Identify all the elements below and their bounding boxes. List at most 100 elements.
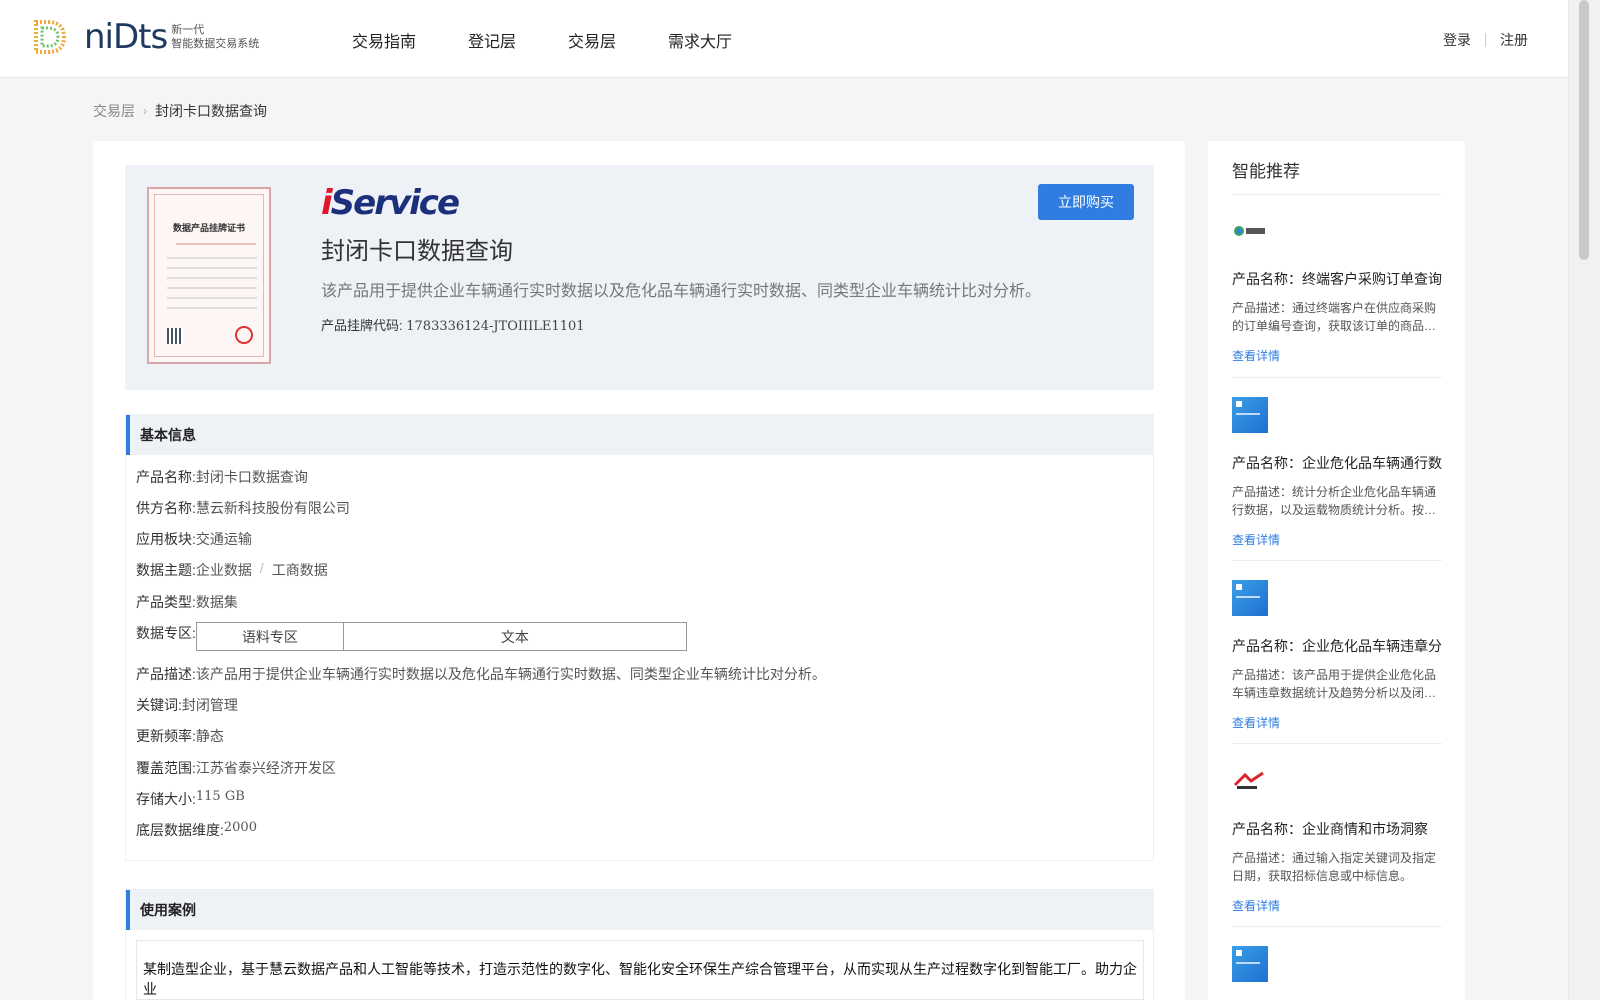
auth-divider	[1485, 33, 1486, 47]
table-cell: 语料专区	[195, 622, 344, 651]
view-details-link[interactable]: 查看详情	[1232, 531, 1442, 548]
info-row-description: 产品描述: 该产品用于提供企业车辆通行实时数据以及危化品车辆通行实时数据、同类型…	[136, 664, 826, 684]
info-value: 静态	[195, 728, 224, 744]
section-heading: 基本信息	[126, 415, 1153, 455]
chevron-right-icon: ›	[143, 104, 147, 118]
info-label: 数据主题:	[136, 562, 196, 578]
logo-subtitle-line-1: 新一代	[171, 24, 205, 36]
recommendation-name: 产品名称：企业危化品车辆通行数据统计	[1232, 455, 1442, 471]
section-heading: 使用案例	[126, 890, 1153, 930]
certificate-line	[167, 267, 257, 269]
use-case-text: 某制造型企业，基于慧云数据产品和人工智能等技术，打造示范性的数字化、智能化安全环…	[136, 940, 1144, 1000]
logo-subtitle-line-2: 智能数据交易系统	[171, 38, 260, 50]
info-row-storage: 存储大小: 115 GB	[136, 789, 245, 809]
recommendation-item[interactable]: 产品名称：终端客户采购订单查询服务 产品描述：通过终端客户在供应商采购的订单编号…	[1232, 213, 1442, 364]
auth-links: 登录 注册	[1443, 30, 1528, 50]
info-value: 交通运输	[195, 531, 252, 547]
recommendation-item[interactable]: 产品名称：企业危化品车辆违章分析 产品描述：该产品用于提供企业危化品车辆违章数据…	[1232, 580, 1442, 731]
info-row-frequency: 更新频率: 静态	[136, 726, 224, 746]
logo-wordmark: niDts	[84, 17, 168, 57]
info-label: 底层数据维度:	[136, 822, 224, 838]
info-value: 工商数据	[271, 562, 328, 578]
product-header: 数据产品挂牌证书 iService 封闭卡口数据查询 该产品用于提供企业车辆通行…	[125, 165, 1154, 390]
product-code-label: 产品挂牌代码:	[321, 318, 403, 333]
certificate-line	[167, 297, 257, 299]
certificate-frame: 数据产品挂牌证书	[154, 194, 264, 357]
info-label: 存储大小:	[136, 791, 196, 807]
use-case-section: 使用案例 某制造型企业，基于慧云数据产品和人工智能等技术，打造示范性的数字化、智…	[125, 889, 1154, 1000]
recommendation-description: 产品描述：通过终端客户在供应商采购的订单编号查询，获取该订单的商品信息。	[1232, 301, 1437, 333]
scrollbar-thumb[interactable]	[1579, 0, 1589, 260]
info-row-coverage: 覆盖范围: 江苏省泰兴经济开发区	[136, 758, 336, 778]
divider	[1232, 194, 1442, 195]
info-value: 慧云新科技股份有限公司	[195, 500, 350, 516]
brand-logo-icon	[1232, 213, 1268, 249]
divider	[1232, 560, 1442, 561]
product-code-value: 1783336124-JTOIIILE1101	[406, 319, 585, 334]
brand-logo-icon	[1232, 763, 1268, 799]
info-value: 该产品用于提供企业车辆通行实时数据以及危化品车辆通行实时数据、同类型企业车辆统计…	[195, 666, 826, 682]
nav-trading[interactable]: 交易层	[568, 28, 616, 52]
divider	[1232, 926, 1442, 927]
basic-info-section: 基本信息 产品名称: 封闭卡口数据查询 供方名称: 慧云新科技股份有限公司 应用…	[125, 414, 1154, 861]
info-row-sector: 应用板块: 交通运输	[136, 529, 252, 549]
page-scrollbar[interactable]	[1568, 0, 1600, 1000]
blue-tile-icon	[1232, 580, 1268, 616]
certificate-image[interactable]: 数据产品挂牌证书	[147, 187, 271, 364]
breadcrumb: 交易层 › 封闭卡口数据查询	[93, 101, 267, 121]
certificate-line	[167, 257, 257, 259]
info-label: 产品描述:	[136, 666, 196, 682]
view-details-link[interactable]: 查看详情	[1232, 897, 1442, 914]
top-header: niDts 新一代 智能数据交易系统 交易指南 登记层 交易层 需求大厅 登录 …	[0, 0, 1568, 78]
nav-registry[interactable]: 登记层	[468, 28, 516, 52]
login-link[interactable]: 登录	[1443, 30, 1471, 50]
logo-subtitle: 新一代 智能数据交易系统	[171, 23, 259, 51]
product-code: 产品挂牌代码: 1783336124-JTOIIILE1101	[321, 315, 585, 334]
info-label: 产品名称:	[136, 469, 196, 485]
recommendation-item[interactable]	[1232, 946, 1442, 982]
nav-trade-guide[interactable]: 交易指南	[352, 28, 416, 52]
table-cell: 文本	[342, 622, 687, 651]
certificate-title: 数据产品挂牌证书	[172, 223, 245, 233]
info-value: 封闭卡口数据查询	[195, 469, 308, 485]
breadcrumb-current: 封闭卡口数据查询	[155, 103, 267, 119]
info-value: 江苏省泰兴经济开发区	[195, 760, 336, 776]
certificate-line	[167, 277, 257, 279]
recommendation-description: 产品描述：统计分析企业危化品车辆通行数据，以及运载物质统计分析。按月统计。	[1232, 485, 1437, 517]
recommendation-name: 产品名称：企业商情和市场洞察	[1232, 821, 1428, 837]
recommendation-item[interactable]: 产品名称：企业危化品车辆通行数据统计 产品描述：统计分析企业危化品车辆通行数据，…	[1232, 397, 1442, 548]
nav-demand-hall[interactable]: 需求大厅	[668, 28, 732, 52]
recommendation-description: 产品描述：通过输入指定关键词及指定日期，获取招标信息或中标信息。	[1232, 851, 1437, 883]
recommendation-item[interactable]: 产品名称：企业商情和市场洞察 产品描述：通过输入指定关键词及指定日期，获取招标信…	[1232, 763, 1442, 914]
info-row-name: 产品名称: 封闭卡口数据查询	[136, 467, 308, 487]
zone-table: 语料专区 文本	[195, 622, 687, 651]
site-logo[interactable]: niDts 新一代 智能数据交易系统	[30, 18, 259, 56]
recommendation-description: 产品描述：该产品用于提供企业危化品车辆违章数据统计及趋势分析以及闭环处置。	[1232, 668, 1437, 700]
info-label: 更新频率:	[136, 728, 196, 744]
product-title: 封闭卡口数据查询	[321, 237, 513, 265]
certificate-line	[167, 307, 257, 309]
info-value: 2000	[223, 820, 257, 835]
info-label: 数据专区:	[136, 625, 196, 641]
separator: /	[259, 560, 264, 576]
info-label: 应用板块:	[136, 531, 196, 547]
info-value: 115 GB	[195, 789, 245, 804]
info-row-zone: 数据专区: 语料专区 文本	[136, 622, 687, 651]
info-row-keyword: 关键词: 封闭管理	[136, 695, 238, 715]
info-row-supplier: 供方名称: 慧云新科技股份有限公司	[136, 498, 350, 518]
breadcrumb-parent[interactable]: 交易层	[93, 101, 135, 121]
blue-tile-icon	[1232, 397, 1268, 433]
divider	[1232, 377, 1442, 378]
info-value: 企业数据	[195, 562, 252, 578]
register-link[interactable]: 注册	[1500, 30, 1528, 50]
sidebar-title: 智能推荐	[1232, 162, 1300, 181]
info-row-theme: 数据主题: 企业数据 / 工商数据	[136, 560, 328, 580]
info-label: 产品类型:	[136, 594, 196, 610]
info-label: 供方名称:	[136, 500, 196, 516]
buy-now-button[interactable]: 立即购买	[1038, 184, 1134, 220]
view-details-link[interactable]: 查看详情	[1232, 714, 1442, 731]
brand-logo-text: Service	[330, 183, 460, 223]
product-detail-card: 数据产品挂牌证书 iService 封闭卡口数据查询 该产品用于提供企业车辆通行…	[93, 141, 1185, 1000]
view-details-link[interactable]: 查看详情	[1232, 347, 1442, 364]
main-nav: 交易指南 登记层 交易层 需求大厅	[352, 28, 784, 52]
